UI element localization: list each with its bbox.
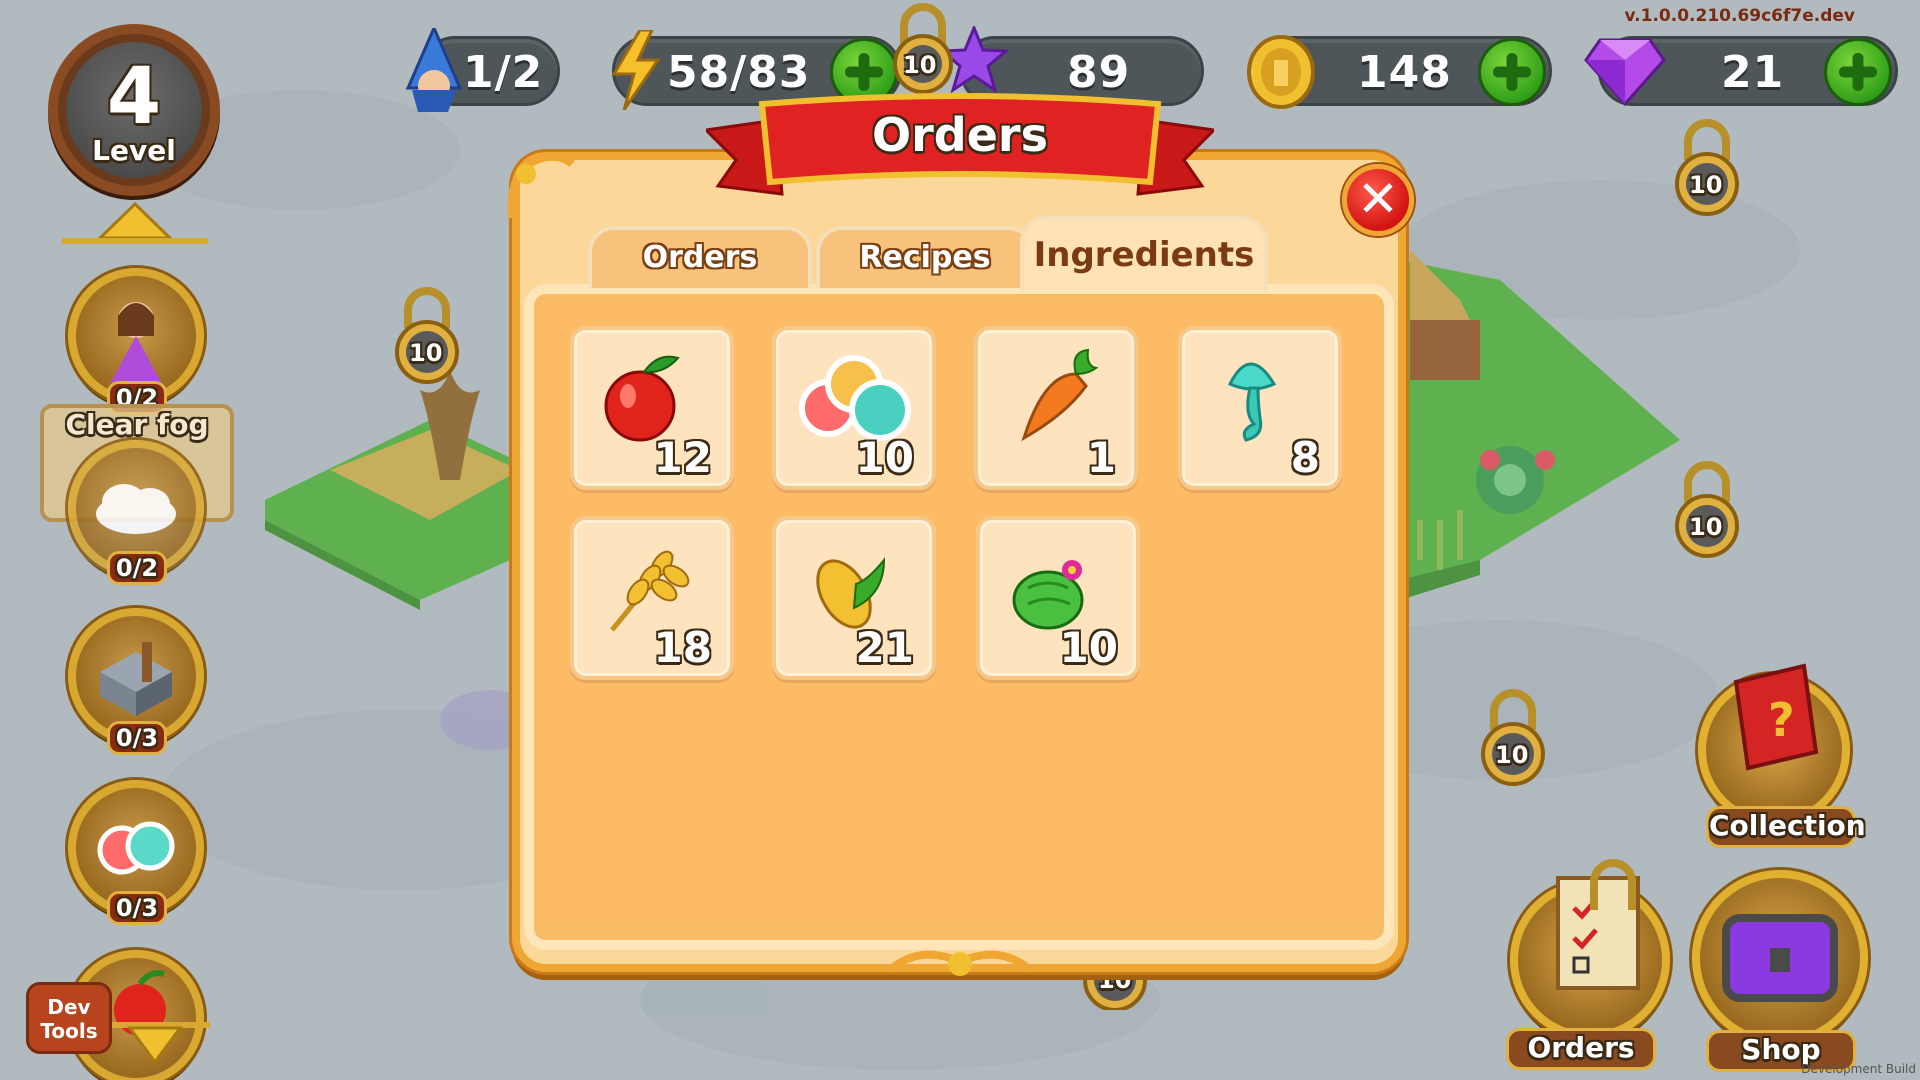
ingredient-wheat[interactable]: 18 (570, 516, 734, 680)
ingredient-count: 18 (653, 623, 712, 672)
building-icon (100, 642, 172, 716)
development-build-label: Development Build (1801, 1062, 1916, 1076)
princess-icon (110, 302, 162, 384)
coin-icon (1247, 35, 1315, 109)
dev-tools-button[interactable]: Dev Tools (26, 982, 112, 1054)
lock-level-label: 10 (1689, 513, 1723, 541)
lock-icon (1590, 859, 1636, 910)
scroll-down-arrow-icon[interactable] (100, 1022, 210, 1068)
quest-fog-count: 0/2 (107, 551, 167, 585)
collection-button[interactable]: ? (1698, 663, 1850, 826)
ingredient-count: 10 (1059, 623, 1118, 672)
ingredient-cactus[interactable]: 10 (976, 516, 1140, 680)
tab-ingredients[interactable]: Ingredients (1020, 216, 1268, 290)
collection-label[interactable]: Collection (1706, 806, 1866, 848)
ingredient-carrot[interactable]: 1 (974, 326, 1138, 490)
quest-building-count: 0/3 (107, 721, 167, 755)
close-icon: ✕ (1357, 170, 1399, 228)
lock-icon (395, 287, 459, 384)
ingredient-count: 10 (855, 433, 914, 482)
ingredient-apple[interactable]: 12 (570, 326, 734, 490)
cloud-icon (96, 484, 176, 534)
version-label: v.1.0.0.210.69c6f7e.dev (1624, 6, 1855, 26)
add-gems-button[interactable] (1824, 38, 1892, 106)
treasure-chest-icon (1722, 914, 1838, 1002)
tab-recipes-label: Recipes (859, 240, 991, 275)
shop-button[interactable] (1692, 870, 1868, 1046)
book-icon: ? (1733, 663, 1819, 771)
lock-icon (1481, 689, 1545, 786)
lock-level-label: 10 (1689, 171, 1723, 199)
wizard-icon (405, 28, 463, 112)
lock-level-label: 10 (903, 51, 937, 79)
tab-recipes[interactable]: Recipes (816, 226, 1034, 288)
quest-candy-count: 0/3 (107, 891, 167, 925)
tab-orders-label: Orders (642, 240, 758, 275)
ingredient-corn[interactable]: 21 (772, 516, 936, 680)
ingredient-count: 8 (1290, 433, 1320, 482)
lock-icon (1675, 461, 1739, 558)
lock-level-label: 10 (409, 339, 443, 367)
close-button[interactable]: ✕ (1342, 164, 1414, 236)
orders-label[interactable]: Orders (1506, 1028, 1656, 1070)
gem-icon (1584, 38, 1666, 106)
lightning-icon (611, 30, 661, 110)
tab-ingredients-label: Ingredients (1033, 235, 1255, 275)
lock-level-label: 10 (1495, 741, 1529, 769)
ingredient-count: 12 (653, 433, 712, 482)
dialog-title: Orders (872, 108, 1048, 162)
clear-fog-label: Clear fog (65, 408, 209, 441)
tab-orders[interactable]: Orders (588, 226, 812, 288)
svg-text:?: ? (1768, 693, 1795, 747)
ingredient-count: 21 (855, 623, 914, 672)
ingredient-count: 1 (1086, 433, 1116, 482)
lock-icon (893, 3, 953, 94)
candy-icon (97, 821, 175, 875)
add-coins-button[interactable] (1478, 38, 1546, 106)
ingredient-mushroom[interactable]: 8 (1178, 326, 1342, 490)
level-progress-arrow-icon (62, 201, 208, 244)
ingredient-candy[interactable]: 10 (772, 326, 936, 490)
